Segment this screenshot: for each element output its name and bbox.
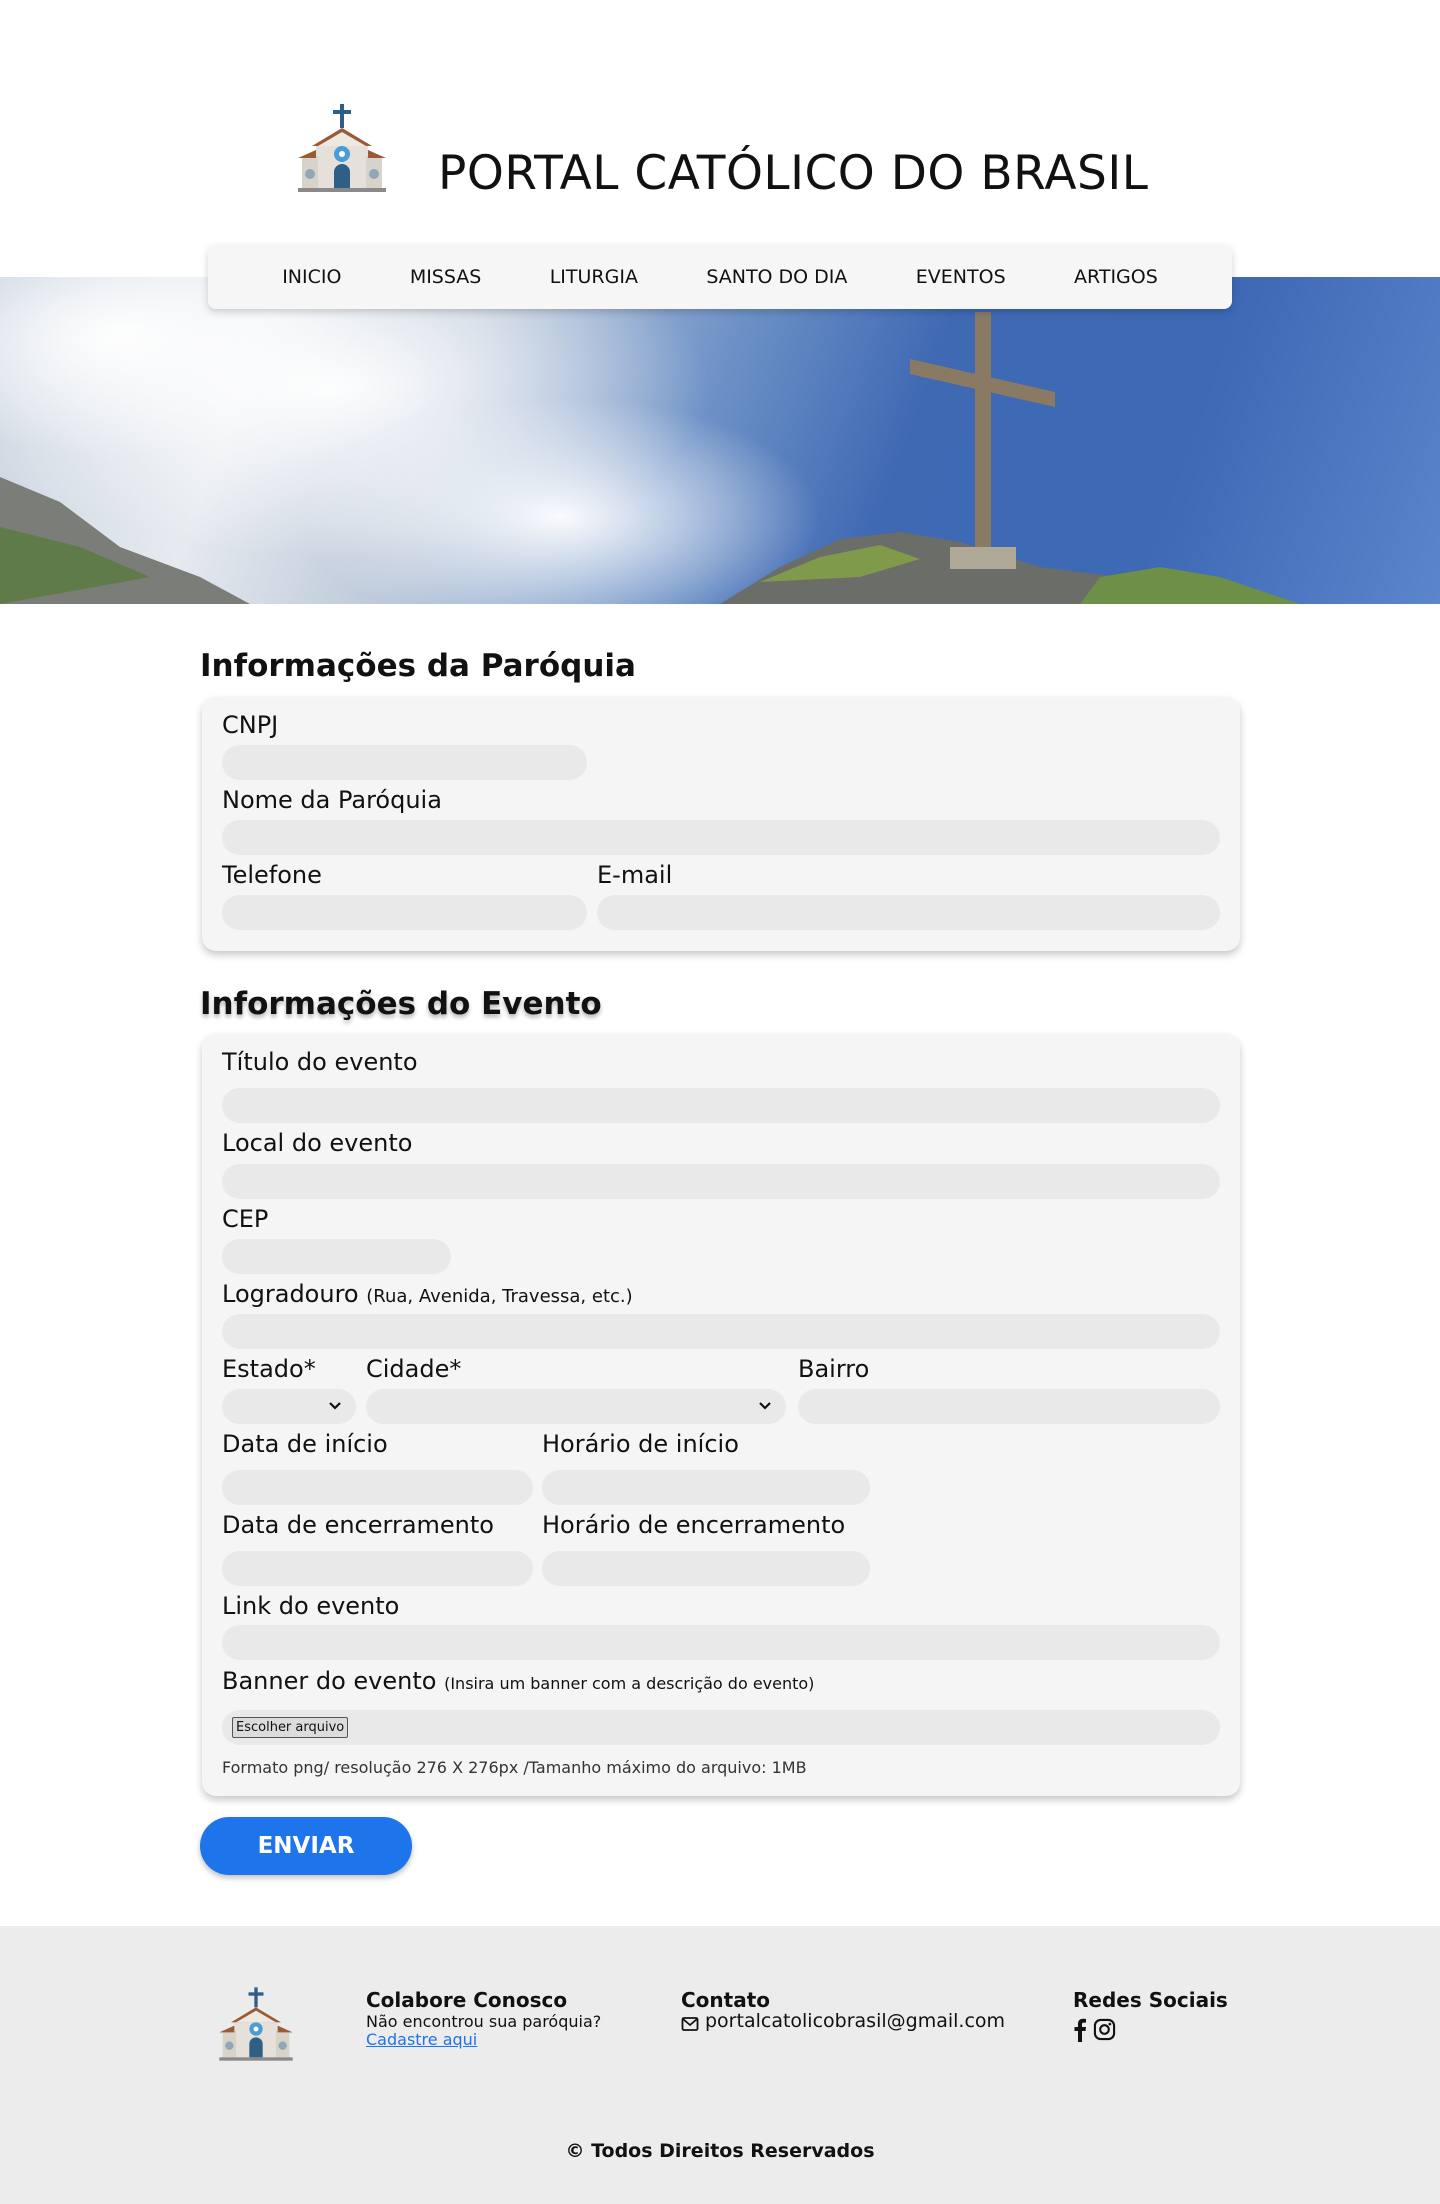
street-label: Logradouro (Rua, Avenida, Travessa, etc.…	[222, 1280, 633, 1308]
cep-input[interactable]	[222, 1239, 451, 1274]
banner-label: Banner do evento (Insira um banner com a…	[222, 1667, 814, 1695]
church-icon	[298, 104, 386, 192]
contact-title: Contato	[681, 1988, 771, 2012]
main-nav: INICIO MISSAS LITURGIA SANTO DO DIA EVEN…	[208, 245, 1232, 309]
banner-file-field: Escolher arquivo	[222, 1710, 1220, 1745]
site-title: PORTAL CATÓLICO DO BRASIL	[438, 146, 1149, 201]
end-date-input[interactable]	[222, 1551, 533, 1586]
submit-button[interactable]: ENVIAR	[200, 1817, 412, 1875]
banner-label-text: Banner do evento	[222, 1667, 437, 1695]
site-header: PORTAL CATÓLICO DO BRASIL	[0, 0, 1440, 277]
start-time-label: Horário de início	[542, 1430, 739, 1458]
event-link-label: Link do evento	[222, 1592, 400, 1620]
contact-email[interactable]: portalcatolicobrasil@gmail.com	[705, 2010, 1005, 2032]
instagram-icon[interactable]	[1093, 2018, 1116, 2041]
parish-section-title: Informações da Paróquia	[200, 648, 636, 684]
start-date-label: Data de início	[222, 1430, 388, 1458]
register-link[interactable]: Cadastre aqui	[366, 2030, 477, 2049]
nav-item-artigos[interactable]: ARTIGOS	[1074, 266, 1158, 288]
district-label: Bairro	[798, 1355, 870, 1383]
choose-file-button[interactable]: Escolher arquivo	[232, 1717, 349, 1738]
nav-item-eventos[interactable]: EVENTOS	[916, 266, 1006, 288]
street-label-text: Logradouro	[222, 1280, 359, 1308]
event-card: Título do evento Local do evento CEP Log…	[202, 1034, 1240, 1796]
phone-input[interactable]	[222, 895, 587, 930]
city-select[interactable]	[366, 1389, 786, 1424]
mail-icon	[681, 2017, 699, 2031]
parish-card: CNPJ Nome da Paróquia Telefone E-mail	[202, 697, 1240, 951]
cnpj-label: CNPJ	[222, 711, 279, 739]
facebook-icon[interactable]	[1073, 2018, 1087, 2042]
nav-item-liturgia[interactable]: LITURGIA	[550, 266, 638, 288]
hero-banner	[0, 277, 1440, 604]
cep-label: CEP	[222, 1205, 269, 1233]
phone-label: Telefone	[222, 861, 322, 889]
street-input[interactable]	[222, 1314, 1220, 1349]
collab-text: Não encontrou sua paróquia?	[366, 2012, 602, 2031]
cnpj-input[interactable]	[222, 745, 587, 780]
nav-item-missas[interactable]: MISSAS	[410, 266, 482, 288]
email-label: E-mail	[597, 861, 673, 889]
hero-cross-image	[0, 277, 1300, 604]
state-label: Estado*	[222, 1355, 316, 1383]
event-section-title: Informações do Evento	[200, 986, 602, 1022]
copyright: © Todos Direitos Reservados	[565, 2140, 875, 2162]
site-footer: Colabore Conosco Não encontrou sua paróq…	[0, 1926, 1440, 2204]
event-location-input[interactable]	[222, 1164, 1220, 1199]
district-input[interactable]	[798, 1389, 1220, 1424]
end-time-label: Horário de encerramento	[542, 1511, 846, 1539]
church-icon	[219, 1987, 293, 2061]
chevron-down-icon	[329, 1402, 341, 1410]
event-link-input[interactable]	[222, 1625, 1220, 1660]
end-time-input[interactable]	[542, 1551, 870, 1586]
email-input[interactable]	[597, 895, 1220, 930]
event-title-input[interactable]	[222, 1088, 1220, 1123]
banner-hint: (Insira um banner com a descrição do eve…	[444, 1674, 815, 1693]
social-title: Redes Sociais	[1073, 1988, 1228, 2012]
parish-name-label: Nome da Paróquia	[222, 786, 442, 814]
nav-item-inicio[interactable]: INICIO	[282, 266, 341, 288]
street-hint: (Rua, Avenida, Travessa, etc.)	[366, 1286, 633, 1307]
chevron-down-icon	[759, 1402, 771, 1410]
start-date-input[interactable]	[222, 1470, 533, 1505]
start-time-input[interactable]	[542, 1470, 870, 1505]
state-select[interactable]	[222, 1389, 356, 1424]
end-date-label: Data de encerramento	[222, 1511, 494, 1539]
event-title-label: Título do evento	[222, 1048, 418, 1076]
collab-title: Colabore Conosco	[366, 1988, 568, 2012]
nav-item-santo-do-dia[interactable]: SANTO DO DIA	[706, 266, 847, 288]
event-location-label: Local do evento	[222, 1129, 413, 1157]
banner-format-hint: Formato png/ resolução 276 X 276px /Tama…	[222, 1758, 807, 1777]
parish-name-input[interactable]	[222, 820, 1220, 855]
city-label: Cidade*	[366, 1355, 462, 1383]
